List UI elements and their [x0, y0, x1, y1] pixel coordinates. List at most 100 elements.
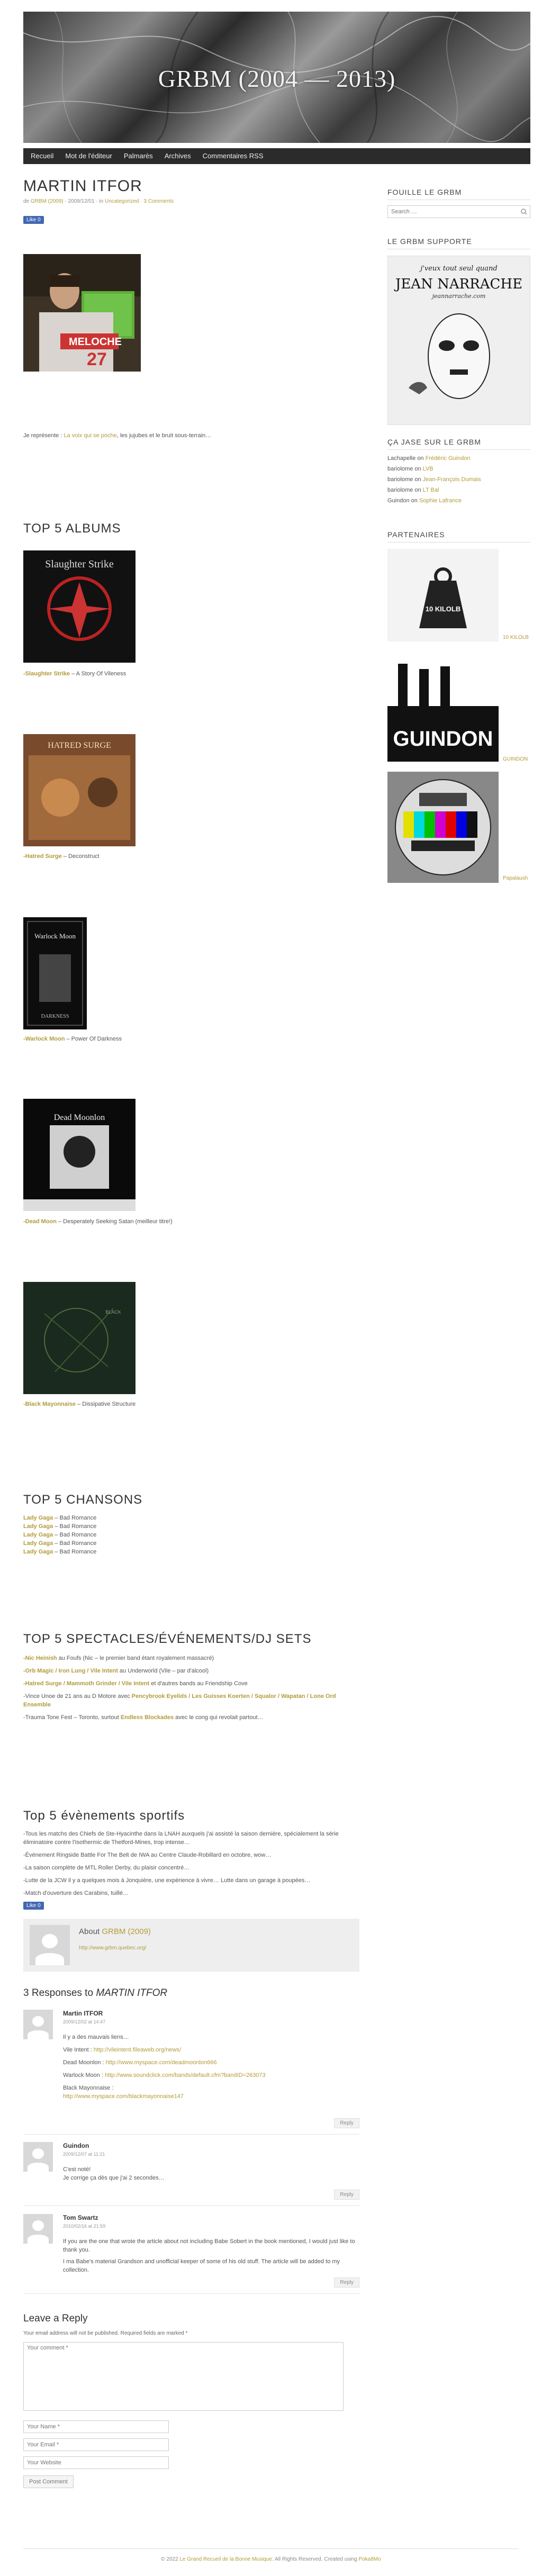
- email-field[interactable]: [23, 2438, 169, 2451]
- sport-item: -La saison complète de MTL Roller Derby,…: [23, 1865, 190, 1871]
- facebook-like-button-2[interactable]: Like 0: [23, 1902, 44, 1910]
- intro-link[interactable]: La voix qui se poche: [64, 432, 116, 439]
- recent-comment: Lachapelle on Frédéric Guindon: [387, 455, 471, 462]
- facebook-like-button[interactable]: Like 0: [23, 216, 44, 224]
- song-item: Lady Gaga – Bad Romance: [23, 1515, 97, 1521]
- partner-guindon[interactable]: GUINDON GUINDON: [387, 658, 530, 764]
- song-item: Lady Gaga – Bad Romance: [23, 1523, 97, 1530]
- footer: © 2022 Le Grand Recueil de la Bonne Musi…: [161, 2556, 381, 2562]
- post-title: MARTIN ITFOR: [23, 177, 142, 195]
- comment-textarea[interactable]: [23, 2342, 344, 2411]
- recent-comments-list: Lachapelle on Frédéric Guindon bariolome…: [387, 453, 530, 506]
- author-box: About GRBM (2009) http://www.grbm.quebec…: [23, 1919, 359, 1972]
- site-title[interactable]: GRBM (2004 — 2013): [23, 65, 530, 93]
- comment-body: If you are the one that wrote the articl…: [63, 2238, 355, 2273]
- jean-narrache-poster[interactable]: j'veux tout seul quand JEAN NARRACHE jea…: [387, 256, 530, 425]
- album-caption-2: -Hatred Surge – Deconstruct: [23, 853, 100, 860]
- recent-comments-heading: ÇA JASE SUR LE GRBM: [387, 438, 530, 450]
- search-input[interactable]: [387, 205, 530, 218]
- partner-link[interactable]: Papalaush: [503, 875, 528, 881]
- comment-body: C'est noté! Je corrige ça dès que j'ai 2…: [63, 2166, 165, 2181]
- comment-date[interactable]: 2010/02/16 at 21:59: [63, 2224, 105, 2229]
- intro-line: Je représente : La voix qui se poche, le…: [23, 432, 212, 439]
- partner-papalaush[interactable]: Papalaush: [387, 772, 530, 885]
- album-caption-5: -Black Mayonnaise – Dissipative Structur…: [23, 1401, 136, 1407]
- reply-heading: Leave a Reply: [23, 2313, 88, 2324]
- show-item: -Nic Heinish au Foufs (Nic – le premier …: [23, 1655, 214, 1661]
- sports-heading: Top 5 évènements sportifs: [23, 1809, 185, 1823]
- meta-category-link[interactable]: Uncategorized: [105, 198, 139, 204]
- svg-text:10 KILOLB: 10 KILOLB: [426, 605, 460, 613]
- website-field[interactable]: [23, 2456, 169, 2469]
- sport-item: -Événement Ringside Battle For The Belt …: [23, 1852, 272, 1858]
- author-url[interactable]: http://www.grbm.quebec.org/: [79, 1945, 146, 1951]
- footer-divider: [23, 2548, 519, 2549]
- comment-author: Guindon: [63, 2142, 89, 2149]
- album-cover-2: HATRED SURGE: [23, 734, 136, 846]
- comment-link[interactable]: http://www.myspace.com/blackmayonnaise14…: [63, 2093, 184, 2100]
- sport-item: -Tous les matchs des Chiefs de Ste-Hyaci…: [23, 1831, 339, 1846]
- song-item: Lady Gaga – Bad Romance: [23, 1532, 97, 1538]
- header-banner[interactable]: GRBM (2004 — 2013): [23, 12, 530, 143]
- albums-heading: TOP 5 ALBUMS: [23, 521, 121, 536]
- shows-list: -Nic Heinish au Foufs (Nic – le premier …: [23, 1654, 359, 1722]
- footer-theme-link[interactable]: Poka8Mo: [358, 2556, 381, 2562]
- meta-comments-link[interactable]: 3 Comments: [143, 198, 174, 204]
- show-item: -Orb Magic / Iron Lung / Vile Intent au …: [23, 1668, 209, 1674]
- main-nav: Recueil Mot de l'éditeur Palmarès Archives C…: [23, 148, 530, 164]
- nav-item-archives[interactable]: Archives: [159, 148, 197, 164]
- name-field[interactable]: [23, 2420, 169, 2433]
- nav-item-mot-editeur[interactable]: Mot de l'éditeur: [59, 148, 118, 164]
- footer-site-link[interactable]: Le Grand Recueil de la Bonne Musique: [179, 2556, 272, 2562]
- show-item: -Hatred Surge / Mammoth Grinder / Vile I…: [23, 1680, 248, 1687]
- nav-item-palmares[interactable]: Palmarès: [118, 148, 159, 164]
- svg-text:Dead Moonlon: Dead Moonlon: [54, 1113, 105, 1122]
- recent-comment: bariolome on LT Bal: [387, 487, 439, 493]
- partner-link[interactable]: GUINDON: [503, 756, 528, 762]
- test-pattern-logo: [387, 772, 499, 883]
- comment-link[interactable]: http://www.soundclick.com/bands/default.…: [105, 2072, 266, 2078]
- album-cover-1: Slaughter Strike: [23, 550, 136, 663]
- comment-link[interactable]: http://www.myspace.com/deadmoonlon666: [106, 2059, 217, 2066]
- search-icon[interactable]: [521, 209, 527, 215]
- svg-text:Warlock Moon: Warlock Moon: [34, 932, 76, 940]
- comment-date[interactable]: 2009/12/02 at 14:47: [63, 2019, 105, 2024]
- svg-text:DARKNESS: DARKNESS: [41, 1014, 69, 1019]
- poster-name: JEAN NARRACHE: [394, 276, 522, 292]
- svg-text:MELOCHE: MELOCHE: [69, 336, 122, 348]
- sport-item: -Lutte de la JCW il y a quelques mois à …: [23, 1877, 311, 1884]
- album-caption-4: -Dead Moon – Desperately Seeking Satan (…: [23, 1218, 173, 1225]
- album-caption-1: -Slaughter Strike – A Story Of Vileness: [23, 671, 127, 677]
- album-cover-5: BLACK: [23, 1282, 136, 1394]
- reply-button[interactable]: Reply: [334, 2277, 359, 2288]
- meta-author-link[interactable]: GRBM (2009): [31, 198, 64, 204]
- comment-3: Tom Swartz 2010/02/16 at 21:59 If you ar…: [23, 2214, 359, 2294]
- partner-link[interactable]: 10 KILOLB: [503, 635, 529, 640]
- guindon-logo: GUINDON: [387, 664, 499, 762]
- post-comment-button[interactable]: Post Comment: [23, 2475, 74, 2488]
- reply-note: Your email address will not be published…: [23, 2330, 188, 2336]
- meta-date: · 2009/12/01 · in: [65, 198, 104, 204]
- songs-heading: TOP 5 CHANSONS: [23, 1493, 143, 1507]
- portrait-photo: MELOCHE 27: [23, 254, 141, 372]
- nav-item-rss[interactable]: Commentaires RSS: [197, 148, 269, 164]
- comment-author: Tom Swartz: [63, 2214, 98, 2221]
- comment-link[interactable]: http://vileintent.fileaweb.org/news/: [94, 2047, 181, 2053]
- comment-date[interactable]: 2009/12/07 at 11:21: [63, 2152, 105, 2157]
- comment-author: Martin ITFOR: [63, 2010, 103, 2017]
- comment-avatar: [23, 2010, 53, 2039]
- reply-button[interactable]: Reply: [334, 2118, 359, 2128]
- partner-10kilolb[interactable]: 10 KILOLB 10 KILOLB: [387, 549, 530, 647]
- recent-comment: bariolome on LVB: [387, 466, 433, 472]
- search-heading: FOUILLE LE GRBM: [387, 188, 530, 200]
- post-meta: de GRBM (2009) · 2009/12/01 · in Uncateg…: [23, 198, 174, 204]
- author-avatar: [30, 1925, 70, 1965]
- nav-item-recueil[interactable]: Recueil: [23, 148, 59, 164]
- comment-avatar: [23, 2214, 53, 2244]
- author-box-link[interactable]: GRBM (2009): [102, 1927, 151, 1936]
- show-item: -Vince Unoe de 21 ans au D Motore avec P…: [23, 1693, 336, 1708]
- support-heading: LE GRBM SUPPORTE: [387, 237, 530, 249]
- post-content: MARTIN ITFOR de GRBM (2009) · 2009/12/01…: [23, 177, 359, 2488]
- reply-button[interactable]: Reply: [334, 2190, 359, 2200]
- svg-text:BLACK: BLACK: [105, 1309, 121, 1315]
